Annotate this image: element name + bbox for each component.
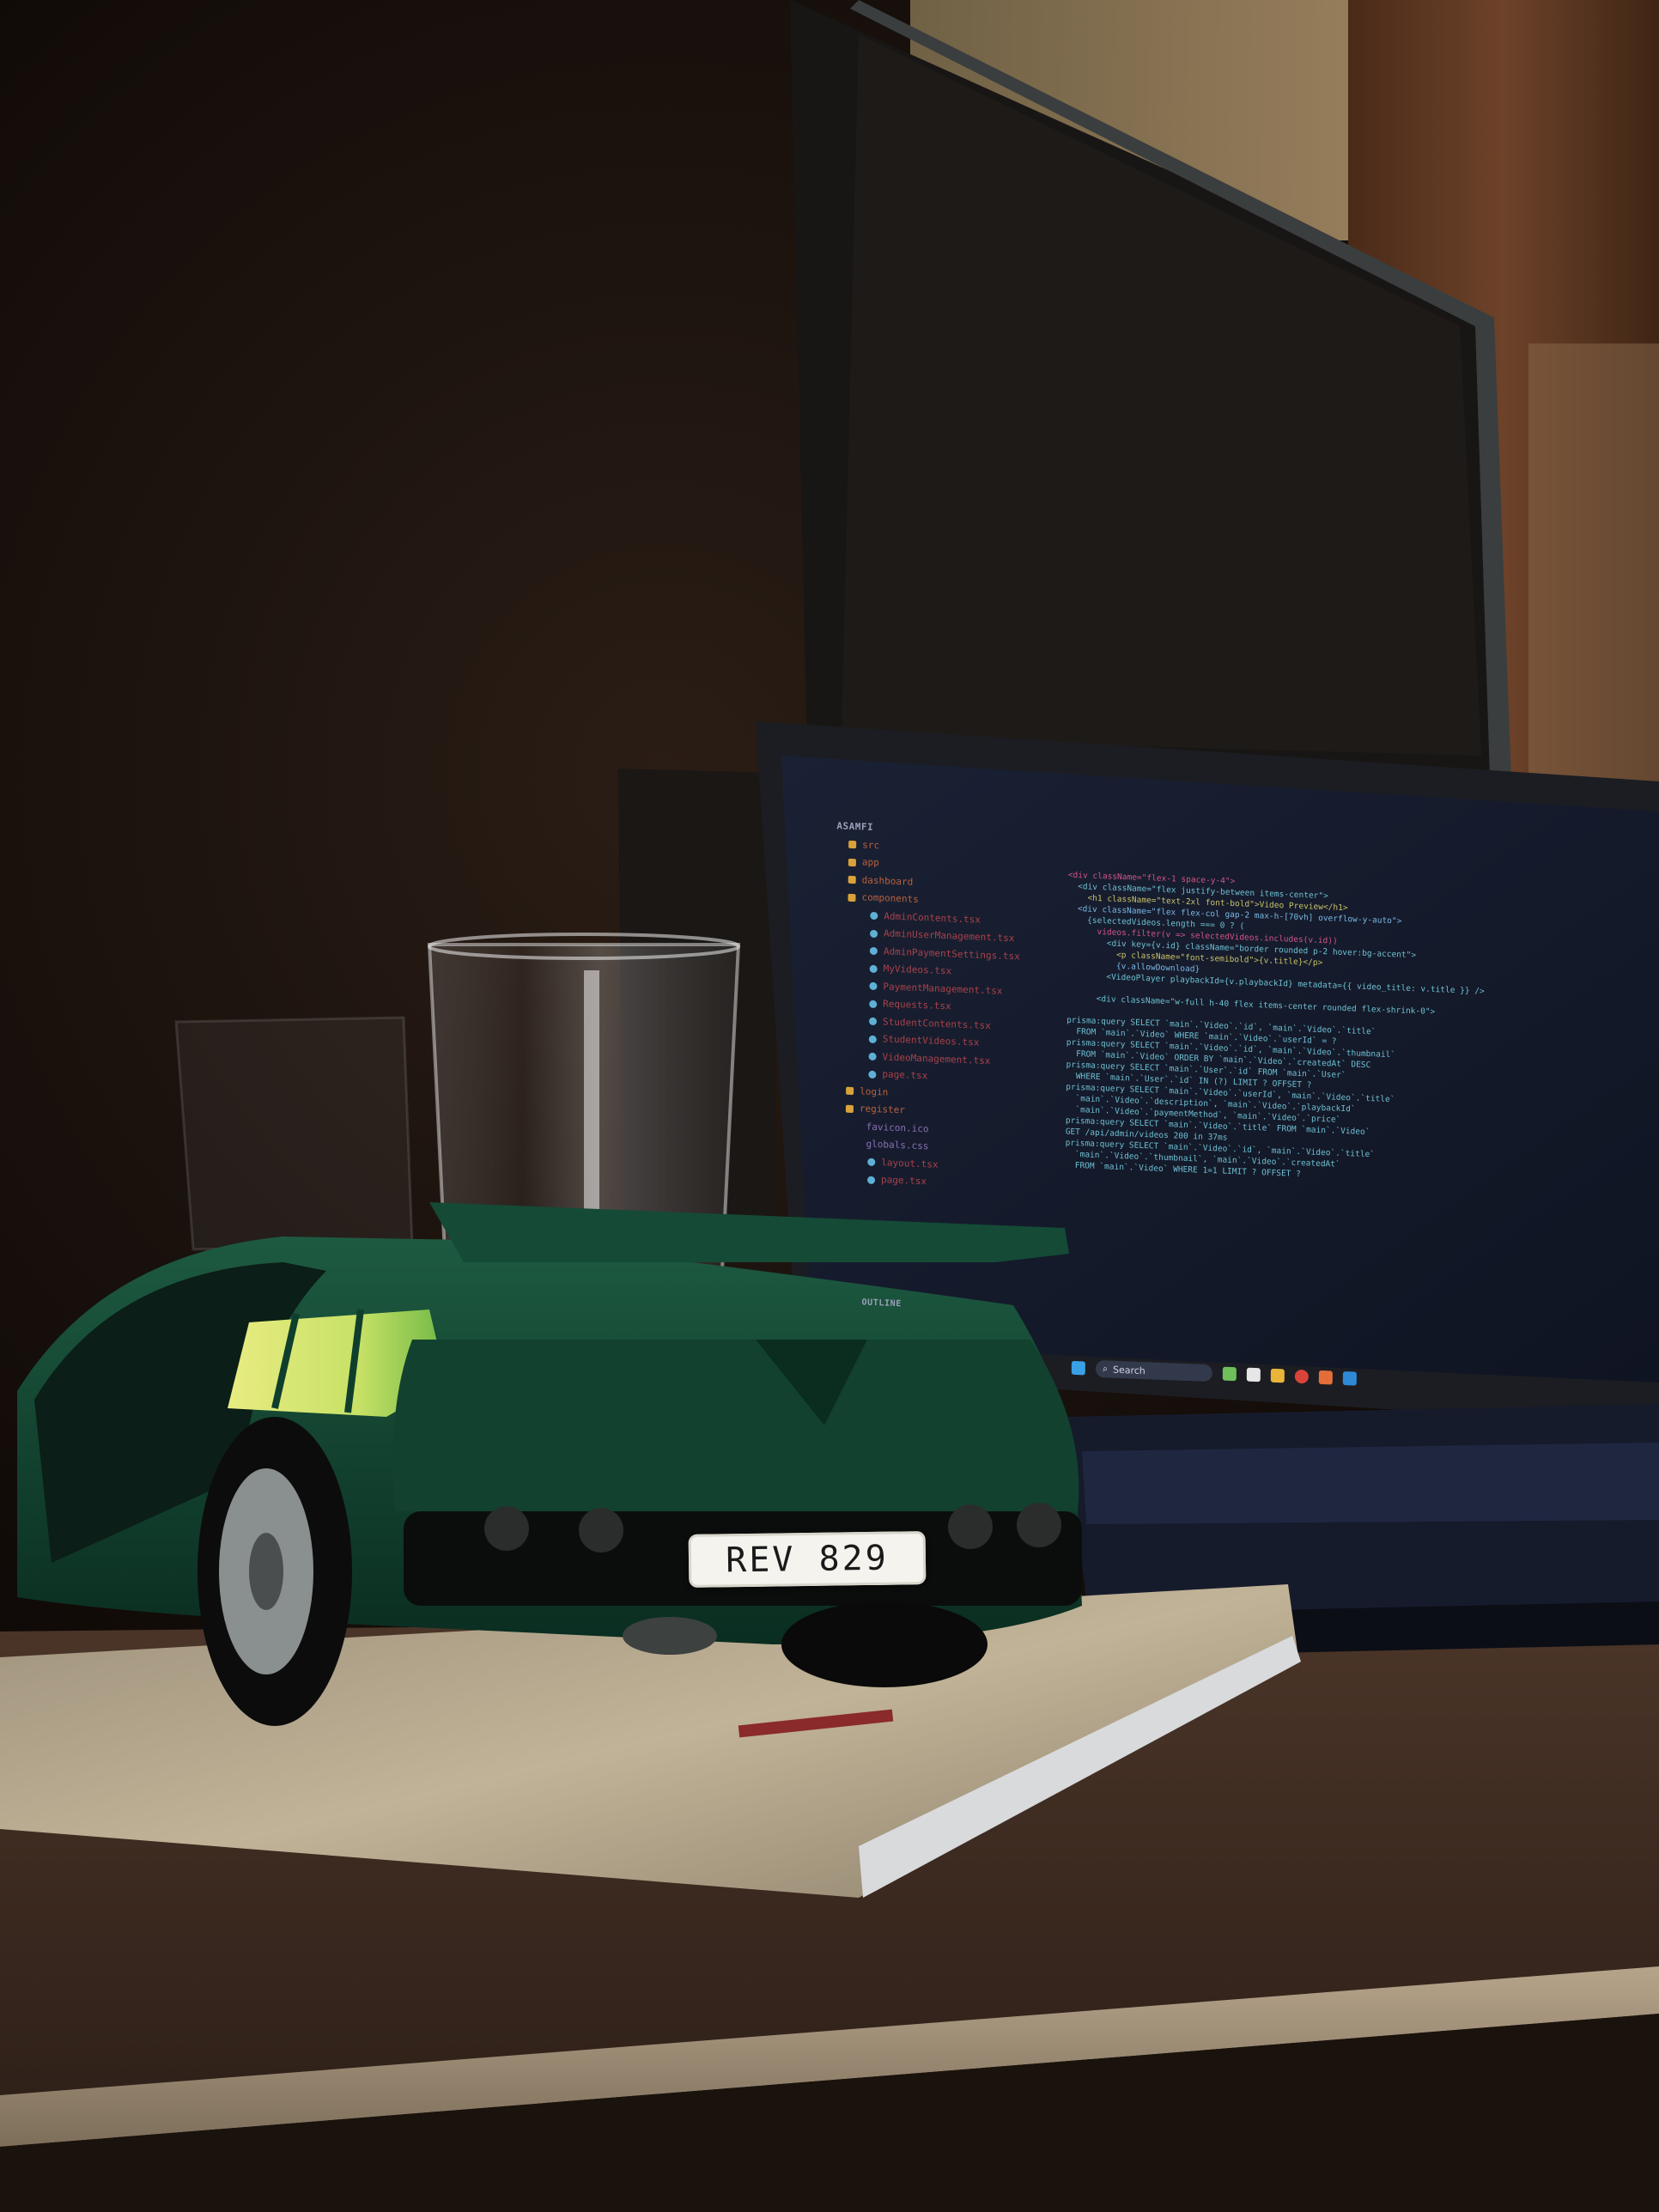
car-wheel-rear — [781, 1601, 988, 1687]
explorer-item-label: login — [860, 1085, 889, 1098]
laptop-keyboard — [1082, 1443, 1659, 1524]
widgets-icon — [1222, 1366, 1237, 1382]
file-icon — [852, 1140, 860, 1148]
explorer-item-label: globals.css — [866, 1138, 929, 1152]
folder-icon — [848, 858, 856, 866]
file-icon — [867, 1158, 876, 1167]
file-icon — [869, 947, 878, 956]
file-icon — [868, 1070, 877, 1079]
explorer-item-label: page.tsx — [882, 1068, 928, 1082]
file-icon — [868, 1017, 878, 1026]
taskbar-search-label: Search — [1112, 1364, 1146, 1376]
folder-icon — [846, 1086, 854, 1096]
explorer-item-label: dashboard — [861, 874, 914, 888]
explorer-item-label: components — [861, 891, 919, 906]
explorer-item-label: Requests.tsx — [883, 998, 951, 1012]
code-editor: <div className="flex-1 space-y-4"> <div … — [1063, 870, 1659, 1374]
explorer-item-label: MyVideos.tsx — [883, 963, 952, 977]
file-icon — [867, 1176, 876, 1184]
file-icon — [869, 964, 878, 973]
file-icon — [870, 929, 878, 938]
file-icon — [868, 1052, 877, 1061]
task-view-icon — [1246, 1367, 1261, 1382]
file-icon — [853, 1122, 860, 1130]
taskbar-search: ⌕ Search — [1095, 1359, 1212, 1382]
chrome-icon — [1294, 1369, 1309, 1384]
car-exhaust — [1017, 1503, 1061, 1547]
explorer-item-label: favicon.ico — [866, 1121, 929, 1135]
outline-section-label: OUTLINE — [861, 1297, 902, 1310]
search-icon: ⌕ — [1102, 1363, 1109, 1375]
car-exhaust — [484, 1506, 529, 1551]
windows-start-icon — [1071, 1360, 1085, 1376]
folder-icon — [848, 841, 857, 849]
folder-icon — [848, 876, 856, 884]
file-icon — [869, 982, 878, 991]
laptop-ide-window: ASAMFI src app dashboard components AdminCont… — [780, 773, 1659, 1407]
explorer-item-label: register — [859, 1103, 905, 1116]
explorer-item-label: page.tsx — [881, 1174, 927, 1188]
explorer-item-label: ASAMFI — [836, 820, 874, 834]
folder-icon — [845, 1104, 854, 1113]
folder-icon — [848, 893, 856, 902]
file-icon — [868, 1035, 877, 1043]
file-explorer: ASAMFI src app dashboard components AdminCont… — [831, 817, 1060, 1341]
explorer-item-label: src — [862, 839, 880, 851]
car-exhaust — [948, 1504, 993, 1549]
file-explorer-icon — [1270, 1368, 1285, 1383]
license-plate: REV 829 — [688, 1531, 927, 1588]
explorer-item-label: app — [861, 856, 879, 869]
car-muffler — [623, 1617, 717, 1655]
glass-highlight — [584, 970, 599, 1228]
curtain-fold — [1528, 343, 1659, 790]
vscode-icon — [1342, 1370, 1357, 1386]
file-icon — [869, 1000, 878, 1008]
rear-glass — [174, 1016, 414, 1251]
license-plate-text: REV 829 — [725, 1538, 890, 1581]
car-hub — [249, 1533, 283, 1610]
file-icon — [870, 912, 878, 921]
explorer-item-label: layout.tsx — [881, 1157, 939, 1170]
car-exhaust — [579, 1508, 623, 1553]
app-icon — [1318, 1370, 1333, 1385]
